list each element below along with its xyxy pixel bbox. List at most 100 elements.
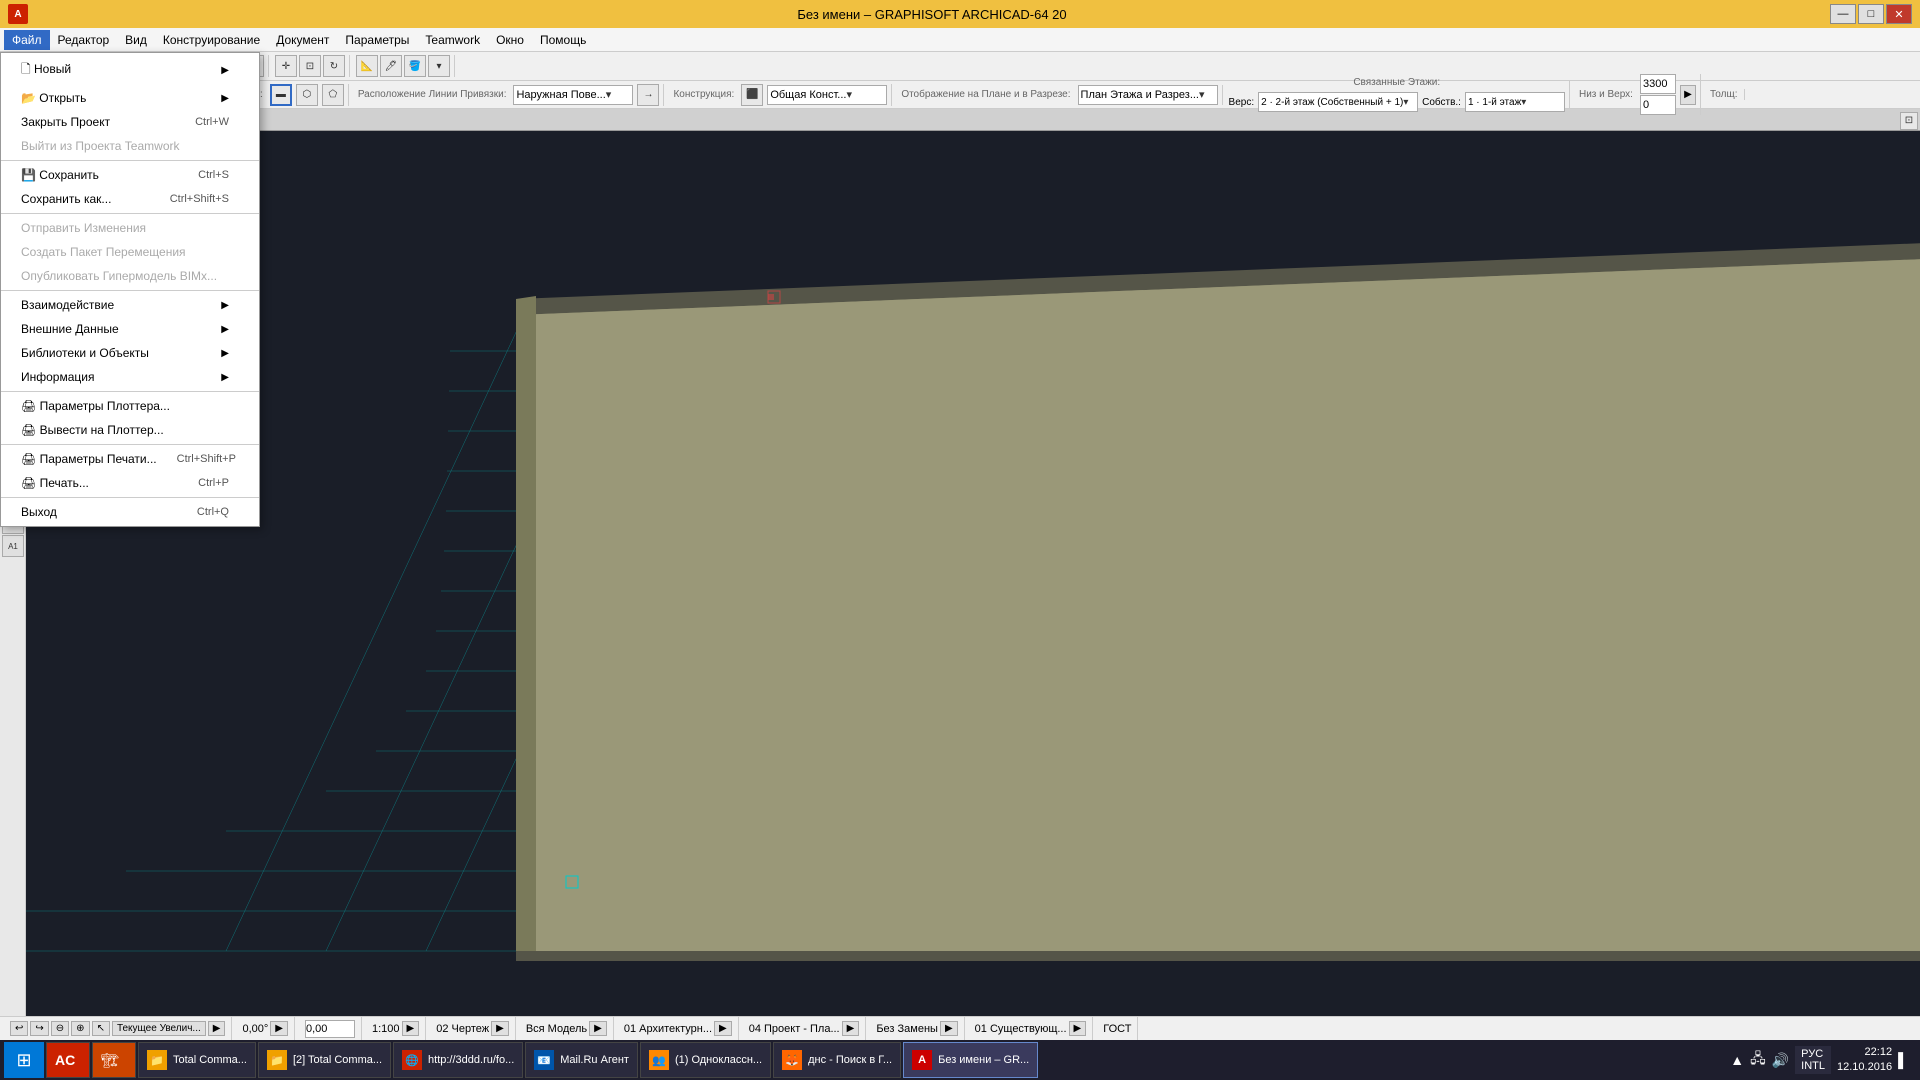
taskbar-item-archicad-active[interactable]: A Без имени – GR... xyxy=(903,1042,1038,1078)
zoom-out-btn[interactable]: ⊖ xyxy=(51,1021,69,1036)
taskbar-tray: ▲ 🖧 🔊 РУСINTL 22:12 12.10.2016 ▌ xyxy=(1722,1045,1916,1076)
menu-external-data[interactable]: Внешние Данные▶ xyxy=(1,317,259,341)
menu-close-project[interactable]: Закрыть ПроектCtrl+W xyxy=(1,110,259,134)
eyedrop-btn[interactable]: 🖊 xyxy=(380,55,402,77)
maximize-button[interactable]: □ xyxy=(1858,4,1884,24)
totalcmd1-icon: 📁 xyxy=(147,1050,167,1070)
zoom-in-btn[interactable]: ⊕ xyxy=(71,1021,89,1036)
undo-btn[interactable]: ↩ xyxy=(10,1021,28,1036)
rotate-btn[interactable]: ↻ xyxy=(323,55,345,77)
dns-icon: 🦊 xyxy=(782,1050,802,1070)
display-combo[interactable]: План Этажа и Разрез... xyxy=(1078,85,1218,105)
menu-save-as[interactable]: Сохранить как...Ctrl+Shift+S xyxy=(1,187,259,211)
paint-dropdown[interactable]: ▾ xyxy=(428,55,450,77)
geom-rect[interactable]: ▬ xyxy=(270,84,292,106)
angle-btn[interactable]: ▶ xyxy=(270,1021,288,1036)
taskbar-item-graphisoft[interactable]: 🏗 xyxy=(92,1042,136,1078)
left-btn-a1[interactable]: A1 xyxy=(2,535,24,557)
height-bottom-input[interactable]: 0 xyxy=(1640,95,1676,115)
menu-design[interactable]: Конструирование xyxy=(155,30,268,50)
project-btn[interactable]: ▶ xyxy=(842,1021,860,1036)
menu-window[interactable]: Окно xyxy=(488,30,532,50)
arch-btn[interactable]: ▶ xyxy=(714,1021,732,1036)
menu-print-params[interactable]: 🖨 Параметры Печати...Ctrl+Shift+P xyxy=(1,447,259,471)
construction-section: Конструкция: ⬛ Общая Конст... xyxy=(666,84,892,106)
view-switch-btn[interactable]: ⊡ xyxy=(1900,112,1918,130)
tray-clock[interactable]: 22:12 12.10.2016 xyxy=(1837,1045,1892,1076)
layer-btn[interactable]: ▶ xyxy=(491,1021,509,1036)
taskbar-item-dns[interactable]: 🦊 днс - Поиск в Г... xyxy=(773,1042,901,1078)
menu-plotter-output[interactable]: 🖨 Вывести на Плоттер... xyxy=(1,418,259,442)
stretch-btn[interactable]: ⊡ xyxy=(299,55,321,77)
taskbar-item-odnoklassniki[interactable]: 👥 (1) Одноклассн... xyxy=(640,1042,771,1078)
menu-editor[interactable]: Редактор xyxy=(50,30,118,50)
geom-tri[interactable]: ⬠ xyxy=(322,84,344,106)
tray-arrow-icon[interactable]: ▲ xyxy=(1730,1052,1744,1068)
menu-teamwork[interactable]: Teamwork xyxy=(417,30,488,50)
second-toolbar: Укти...ны Несущие ▾ Геометрический Вариа… xyxy=(0,81,1920,109)
menu-publish-bimx: Опубликовать Гипермодель BIMx... xyxy=(1,264,259,288)
tray-volume-icon[interactable]: 🔊 xyxy=(1772,1052,1789,1069)
minimize-button[interactable]: — xyxy=(1830,4,1856,24)
coord-x-input[interactable] xyxy=(305,1020,355,1038)
tool-section-4: 📐 🖊 🪣 ▾ xyxy=(352,55,455,77)
start-button[interactable]: ⊞ xyxy=(4,1042,44,1078)
menu-open[interactable]: 📂 Открыть▶ xyxy=(1,86,259,110)
redo-btn[interactable]: ↪ xyxy=(30,1021,48,1036)
height-top-input[interactable]: 3300 xyxy=(1640,74,1676,94)
tray-network-icon[interactable]: 🖧 xyxy=(1750,1048,1766,1072)
menu-plotter-params[interactable]: 🖨 Параметры Плоттера... xyxy=(1,394,259,418)
construction-combo[interactable]: Общая Конст... xyxy=(767,85,887,105)
menu-help[interactable]: Помощь xyxy=(532,30,594,50)
sep-2 xyxy=(1,213,259,214)
menu-print[interactable]: 🖨 Печать...Ctrl+P xyxy=(1,471,259,495)
status-layer: 02 Чертеж ▶ xyxy=(430,1017,516,1040)
zoom-label-btn[interactable]: Текущее Увелич... xyxy=(112,1021,206,1036)
model-btn[interactable]: ▶ xyxy=(589,1021,607,1036)
menu-file[interactable]: Файл xyxy=(4,30,50,50)
measure-btn[interactable]: 📐 xyxy=(356,55,378,77)
replace-btn[interactable]: ▶ xyxy=(940,1021,958,1036)
scale-btn[interactable]: ▶ xyxy=(402,1021,420,1036)
replace-value: Без Замены xyxy=(876,1023,938,1035)
menu-libraries[interactable]: Библиотеки и Объекты▶ xyxy=(1,341,259,365)
archicad-active-icon: A xyxy=(912,1050,932,1070)
menu-view[interactable]: Вид xyxy=(117,30,155,50)
cursor-btn[interactable]: ↖ xyxy=(92,1021,110,1036)
lineplacement-combo[interactable]: Наружная Пове... xyxy=(513,85,633,105)
display-label: Отображение на Плане и в Разрезе: xyxy=(898,89,1073,100)
archicad-icon: AC xyxy=(55,1052,75,1068)
taskbar-item-totalcmd1[interactable]: 📁 Total Comma... xyxy=(138,1042,256,1078)
construction-icon: ⬛ xyxy=(741,84,763,106)
menu-send-changes: Отправить Изменения xyxy=(1,216,259,240)
app-icon: A xyxy=(8,4,28,24)
menu-new[interactable]: 🗋 Новый▶ xyxy=(1,55,259,86)
move-btn[interactable]: ✛ xyxy=(275,55,297,77)
graphisoft-icon: 🏗 xyxy=(101,1052,119,1069)
close-button[interactable]: ✕ xyxy=(1886,4,1912,24)
taskbar-item-mailru[interactable]: 📧 Mail.Ru Агент xyxy=(525,1042,638,1078)
taskbar-item-totalcmd2[interactable]: 📁 [2] Total Comma... xyxy=(258,1042,391,1078)
tray-show-desktop-icon[interactable]: ▌ xyxy=(1898,1052,1908,1068)
top-floor-combo[interactable]: 2 · 2-й этаж (Собственный + 1) xyxy=(1258,92,1418,112)
mailru-icon: 📧 xyxy=(534,1050,554,1070)
totalcmd2-icon: 📁 xyxy=(267,1050,287,1070)
menu-options[interactable]: Параметры xyxy=(337,30,417,50)
menu-exit[interactable]: ВыходCtrl+Q xyxy=(1,500,259,524)
paint-btn[interactable]: 🪣 xyxy=(404,55,426,77)
taskbar-item-archicad-logo[interactable]: AC xyxy=(46,1042,90,1078)
top-floor-label: Верс: xyxy=(1229,97,1255,108)
geom-poly[interactable]: ⬡ xyxy=(296,84,318,106)
forward-btn[interactable]: ▶ xyxy=(208,1021,226,1036)
height-nav-btn[interactable]: ▶ xyxy=(1680,85,1696,105)
bottom-floor-combo[interactable]: 1 · 1-й этаж xyxy=(1465,92,1565,112)
viewport[interactable] xyxy=(26,131,1920,1045)
structure-btn[interactable]: ▶ xyxy=(1069,1021,1087,1036)
menu-interaction[interactable]: Взаимодействие▶ xyxy=(1,293,259,317)
tray-language[interactable]: РУСINTL xyxy=(1795,1046,1831,1074)
menu-document[interactable]: Документ xyxy=(268,30,337,50)
menu-save[interactable]: 💾 СохранитьCtrl+S xyxy=(1,163,259,187)
lineplacement-arrow[interactable]: → xyxy=(637,84,659,106)
taskbar-item-browser[interactable]: 🌐 http://3ddd.ru/fo... xyxy=(393,1042,523,1078)
menu-info[interactable]: Информация▶ xyxy=(1,365,259,389)
